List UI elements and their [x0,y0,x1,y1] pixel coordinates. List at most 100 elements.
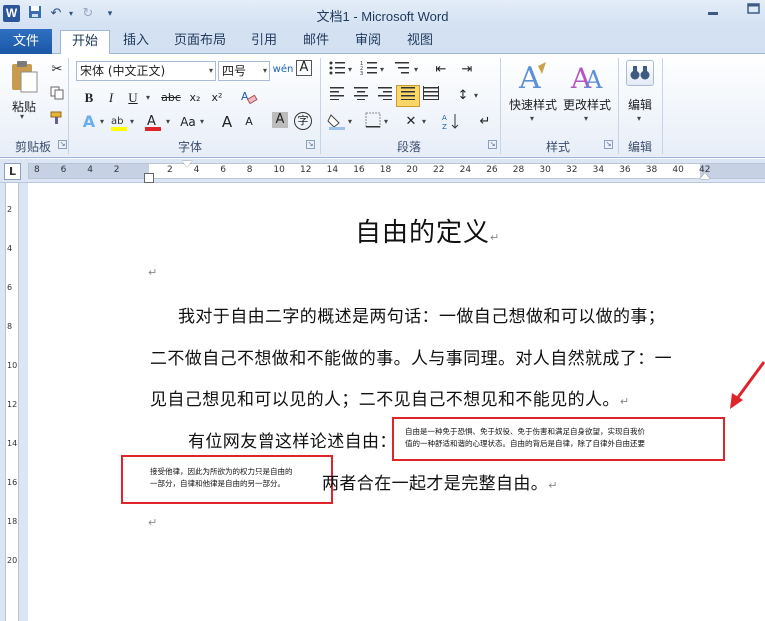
highlight-color-icon[interactable]: ab [108,112,130,132]
small-text-line[interactable]: 接受他律，因此为所欲为的权力只是自由的 [150,466,293,477]
character-shading-icon[interactable]: A [272,112,288,128]
editing-button[interactable]: 编辑 ▾ [622,58,658,128]
small-text-line[interactable]: 值的一种舒适和谐的心理状态。自由的背后是自律，除了自律外自由还要 [405,438,645,449]
tab-home[interactable]: 开始 [60,30,110,55]
ruler-number: 8 [246,165,253,175]
show-hide-marks-icon[interactable]: ↵ [474,112,496,132]
tab-selector-button[interactable]: L [4,163,21,180]
ruler-number: 6 [220,165,226,175]
tab-references[interactable]: 引用 [242,30,286,54]
line-spacing-icon[interactable]: ↕ [452,86,474,106]
align-center-icon[interactable] [350,86,372,106]
numbering-icon[interactable]: 123 [358,60,380,80]
underline-dropdown-icon[interactable]: ▾ [146,93,150,102]
copy-icon[interactable] [46,86,68,106]
editing-dropdown-icon[interactable]: ▾ [637,114,641,123]
minimize-button[interactable] [700,2,726,18]
chinese-layout-icon[interactable]: ✕ [400,112,422,132]
paragraph-line[interactable]: 我对于自由二字的概述是两句话：一做自己想做和可以做的事； [178,302,665,327]
first-line-indent-marker[interactable] [182,161,192,167]
text-effects-dropdown-icon[interactable]: ▾ [100,117,104,126]
strikethrough-button[interactable]: abc [158,88,184,108]
paragraph-launcher-icon[interactable]: ↘ [488,140,497,149]
highlight-dropdown-icon[interactable]: ▾ [130,117,134,126]
change-case-button[interactable]: Aa [176,112,200,132]
ruler-number: 4 [87,165,93,175]
italic-button[interactable]: I [100,88,122,108]
paragraph-line-text: 两者合在一起才是完整自由。 [322,474,549,494]
change-styles-button[interactable]: A A 更改样式 ▾ [560,58,614,128]
tab-review[interactable]: 审阅 [346,30,390,54]
cut-icon[interactable]: ✂ [46,60,68,80]
ruler-number: 40 [672,165,684,175]
align-right-icon[interactable] [374,86,396,106]
horizontal-ruler[interactable]: 8 6 4 2 2 4 6 8 10 12 14 16 18 20 22 24 26 28 30 32 34 36 38 40… [0,159,765,183]
font-size-combo[interactable]: 四号 ▾ [218,61,270,81]
paragraph-line[interactable]: 有位网友曾这样论述自由： [188,427,397,452]
clear-formatting-icon[interactable]: A [238,88,260,108]
quick-styles-button[interactable]: A 快速样式 ▾ [506,58,560,128]
vertical-ruler[interactable]: 2 4 6 8 10 12 14 16 18 20 [0,183,28,621]
shading-icon[interactable] [326,112,348,132]
numbering-dropdown-icon[interactable]: ▾ [380,65,384,74]
tab-view[interactable]: 视图 [398,30,442,54]
bold-button[interactable]: B [78,88,100,108]
small-text-line[interactable]: 自由是一种免于恐惧、免于奴役、免于伤害和满足自身欲望，实现自我价 [405,426,645,437]
character-border-icon[interactable]: A [296,60,312,76]
window-title: 文档1 - Microsoft Word [316,9,449,24]
find-binoculars-icon [626,60,654,86]
shrink-font-button[interactable]: A [238,112,260,132]
distributed-icon[interactable] [420,86,442,106]
grow-font-button[interactable]: A [216,112,238,132]
increase-indent-icon[interactable]: ⇥ [456,60,478,80]
shading-dropdown-icon[interactable]: ▾ [348,117,352,126]
font-color-dropdown-icon[interactable]: ▾ [166,117,170,126]
chinese-layout-dropdown-icon[interactable]: ▾ [422,117,426,126]
enclose-characters-button[interactable]: 字 [294,112,312,130]
font-launcher-icon[interactable]: ↘ [306,140,315,149]
svg-text:A: A [147,114,156,129]
text-effects-icon[interactable]: A [78,112,100,132]
maximize-button[interactable] [742,0,765,18]
format-painter-icon[interactable] [46,110,68,130]
phonetic-guide-icon[interactable]: wén [272,60,294,80]
line-spacing-dropdown-icon[interactable]: ▾ [474,91,478,100]
hanging-indent-marker[interactable] [144,173,154,183]
font-size-dropdown-icon[interactable]: ▾ [263,62,267,80]
font-name-combo[interactable]: 宋体 (中文正文) ▾ [76,61,216,81]
small-text-line[interactable]: 一部分，自律和他律是自由的另一部分。 [150,478,285,489]
multilevel-dropdown-icon[interactable]: ▾ [414,65,418,74]
quick-styles-dropdown-icon[interactable]: ▾ [530,114,534,123]
tab-file[interactable]: 文件 [0,29,52,54]
underline-button[interactable]: U [122,88,144,108]
superscript-button[interactable]: x² [206,88,228,108]
group-divider [662,58,663,154]
subscript-button[interactable]: x₂ [184,88,206,108]
styles-launcher-icon[interactable]: ↘ [604,140,613,149]
change-styles-dropdown-icon[interactable]: ▾ [584,114,588,123]
font-name-dropdown-icon[interactable]: ▾ [209,62,213,80]
tab-page-layout[interactable]: 页面布局 [168,30,232,54]
justify-icon[interactable] [396,85,420,107]
tab-insert[interactable]: 插入 [114,30,158,54]
align-left-icon[interactable] [326,86,348,106]
paste-button[interactable]: 粘贴 ▾ [6,58,42,121]
sort-icon[interactable]: AZ [440,112,462,132]
bullets-dropdown-icon[interactable]: ▾ [348,65,352,74]
font-color-icon[interactable]: A [142,112,164,132]
paragraph-line[interactable]: 两者合在一起才是完整自由。↵ [322,469,558,494]
paragraph-line[interactable]: 二不做自己不想做和不能做的事。人与事同理。对人自然就成了：一 [150,344,672,369]
clipboard-launcher-icon[interactable]: ↘ [58,140,67,149]
decrease-indent-icon[interactable]: ⇤ [430,60,452,80]
bullets-icon[interactable] [326,60,348,80]
borders-dropdown-icon[interactable]: ▾ [384,117,388,126]
document-title[interactable]: 自由的定义↵ [355,212,500,249]
borders-icon[interactable] [362,112,384,132]
right-indent-marker[interactable] [700,173,710,179]
multilevel-list-icon[interactable] [392,60,414,80]
change-case-dropdown-icon[interactable]: ▾ [200,117,204,126]
svg-text:A: A [518,61,541,94]
tab-mailings[interactable]: 邮件 [294,30,338,54]
paste-dropdown-icon[interactable]: ▾ [20,112,24,121]
paragraph-line[interactable]: 见自己想见和可以见的人；二不见自己不想见和不能见的人。↵ [150,385,629,410]
